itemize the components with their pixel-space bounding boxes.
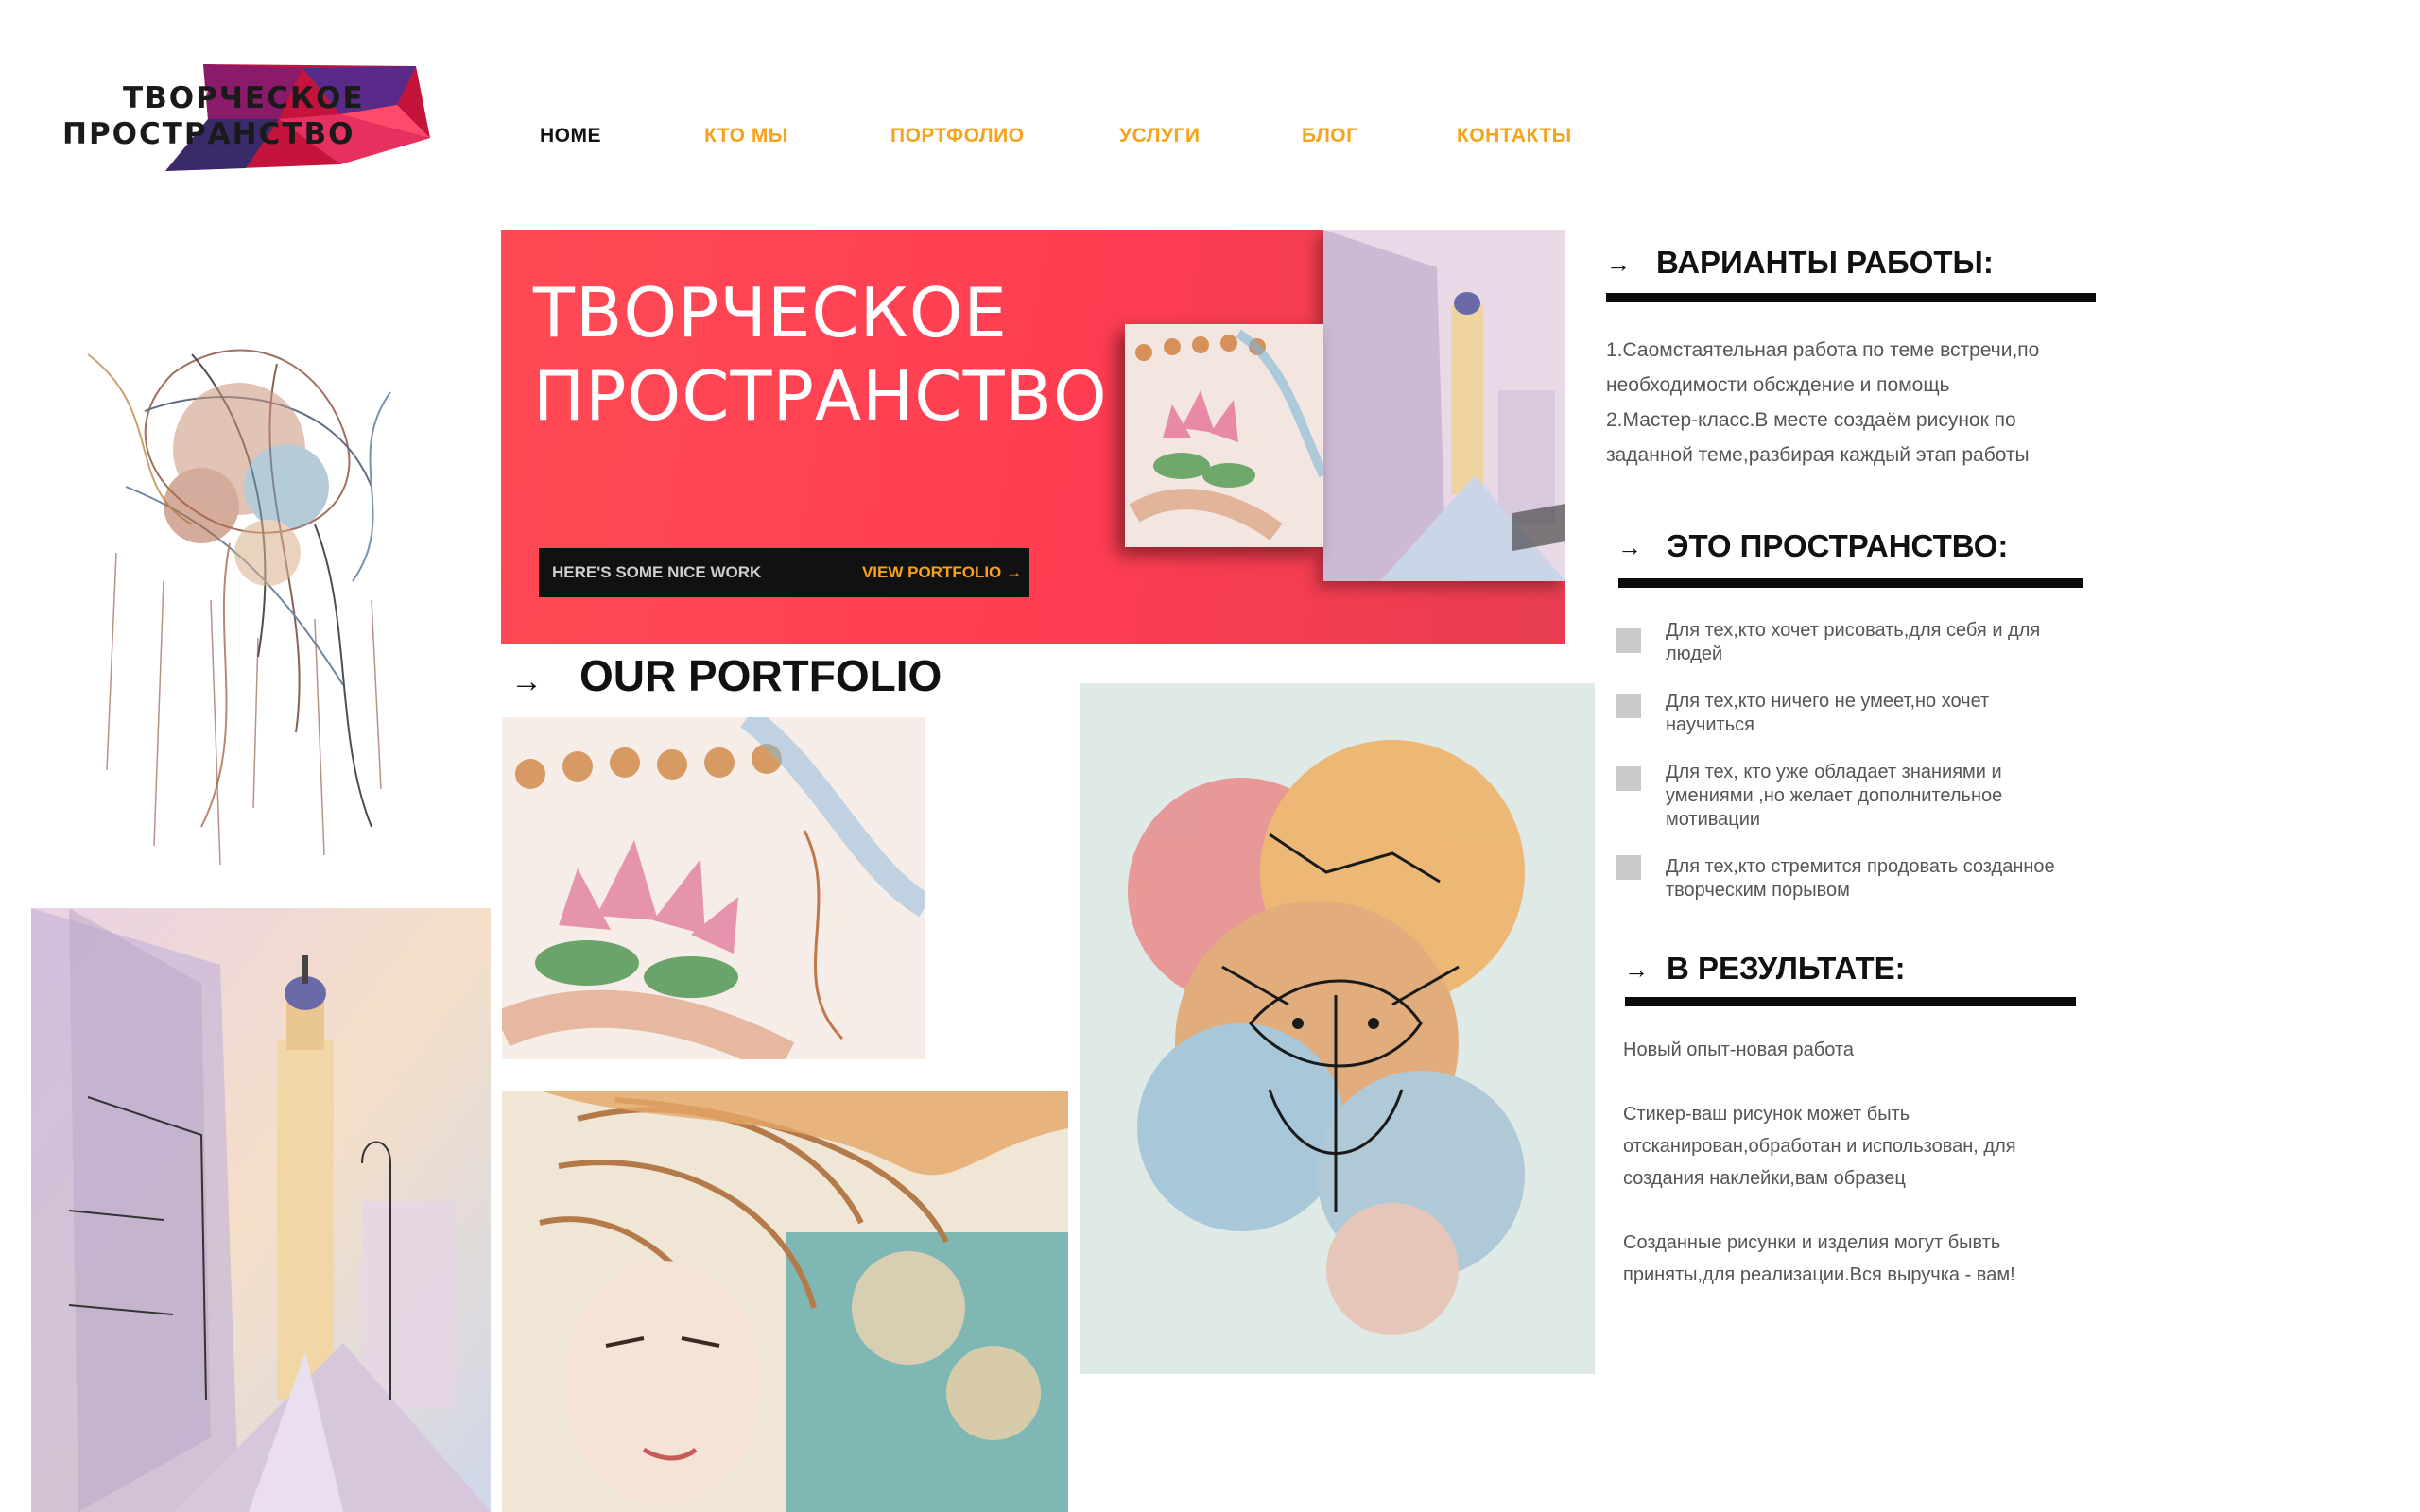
- hero-cta-bar: HERE'S SOME NICE WORK VIEW PORTFOLIO →: [539, 548, 1029, 597]
- nav-who-we-are[interactable]: КТО МЫ: [704, 125, 788, 147]
- nav-blog[interactable]: БЛОГ: [1302, 125, 1358, 147]
- portfolio-flower-image[interactable]: [502, 717, 925, 1059]
- nav-portfolio[interactable]: ПОРТФОЛИО: [890, 125, 1025, 147]
- hero-title-line-2: ПРОСТРАНСТВО: [533, 356, 1108, 436]
- result-spacer-2: [1623, 1194, 2152, 1227]
- variants-heading: ВАРИАНТЫ РАБОТЫ:: [1656, 245, 1994, 280]
- nav-contacts[interactable]: КОНТАКТЫ: [1457, 125, 1572, 147]
- space-item-3: Для тех, кто уже обладает знаниями и уме…: [1666, 762, 2003, 830]
- space-item-3-checkbox[interactable]: [1616, 766, 1641, 791]
- result-text: Новый опыт-новая работа Стикер-ваш рисун…: [1623, 1034, 2152, 1291]
- result-heading: В РЕЗУЛЬТАТЕ:: [1667, 951, 1906, 986]
- space-item-4-checkbox[interactable]: [1616, 855, 1641, 880]
- variants-line-4: заданной теме,разбирая каждый этап работ…: [1606, 444, 2030, 466]
- space-item-2-checkbox[interactable]: [1616, 694, 1641, 718]
- result-spacer-1: [1623, 1066, 2152, 1098]
- hero-banner: ТВОРЧЕСКОЕ ПРОСТРАНСТВО HERE'S SOME NICE…: [501, 230, 1565, 644]
- result-p3-line-1: Созданные рисунки и изделия могут бывть: [1623, 1232, 2001, 1253]
- nav-services[interactable]: УСЛУГИ: [1119, 125, 1201, 147]
- view-portfolio-link[interactable]: VIEW PORTFOLIO →: [862, 563, 1022, 582]
- hero-tagline: HERE'S SOME NICE WORK: [552, 563, 762, 581]
- site-logo[interactable]: ТВОРЧЕСКОЕ ПРОСТРАНСТВО: [57, 62, 435, 176]
- variants-divider: [1606, 293, 2096, 302]
- result-p3-line-2: приняты,для реализации.Вся выручка - вам…: [1623, 1264, 2015, 1285]
- result-divider: [1625, 997, 2076, 1006]
- space-divider: [1618, 578, 2083, 588]
- hero-title-line-1: ТВОРЧЕСКОЕ: [533, 273, 1008, 352]
- space-item-2: Для тех,кто ничего не умеет,но хочет нау…: [1666, 691, 1990, 735]
- result-p1: Новый опыт-новая работа: [1623, 1040, 1854, 1060]
- portfolio-woman-jellyfish-image[interactable]: [502, 1091, 1068, 1512]
- variants-line-2: необходимости обсждение и помощь: [1606, 374, 1950, 396]
- portfolio-watercolor-abstract-image[interactable]: [1080, 683, 1595, 1374]
- hero-title: ТВОРЧЕСКОЕ ПРОСТРАНСТВО: [533, 271, 1108, 438]
- artwork-abstract-sketch[interactable]: [31, 241, 487, 879]
- space-heading: ЭТО ПРОСТРАНСТВО:: [1667, 528, 2009, 563]
- variants-arrow-icon: →: [1606, 249, 1631, 278]
- result-arrow-icon: →: [1624, 955, 1649, 984]
- variants-line-1: 1.Саомстаятельная работа по теме встречи…: [1606, 339, 2040, 361]
- logo-line-1: ТВОРЧЕСКОЕ: [123, 81, 365, 115]
- nav-home[interactable]: HOME: [540, 125, 601, 147]
- hero-flower-image: [1125, 324, 1323, 547]
- space-item-1: Для тех,кто хочет рисовать,для себя и дл…: [1666, 620, 2041, 664]
- variants-line-3: 2.Мастер-класс.В месте создаём рисунок п…: [1606, 409, 2016, 431]
- artwork-street-watercolor[interactable]: [31, 908, 491, 1512]
- space-item-1-checkbox[interactable]: [1616, 628, 1641, 653]
- portfolio-arrow-icon: →: [510, 663, 543, 699]
- portfolio-title: OUR PORTFOLIO: [579, 651, 942, 700]
- space-item-4: Для тех,кто стремится продовать созданно…: [1666, 856, 2055, 901]
- logo-line-2: ПРОСТРАНСТВО: [62, 117, 355, 151]
- space-arrow-icon: →: [1617, 533, 1642, 561]
- result-p2-line-1: Стикер-ваш рисунок может быть: [1623, 1104, 1910, 1125]
- result-p2-line-2: отсканирован,обработан и использован, дл…: [1623, 1136, 2016, 1157]
- variants-text: 1.Саомстаятельная работа по теме встречи…: [1606, 333, 2135, 472]
- result-p2-line-3: создания наклейки,вам образец: [1623, 1168, 1906, 1189]
- hero-street-image: [1323, 230, 1565, 581]
